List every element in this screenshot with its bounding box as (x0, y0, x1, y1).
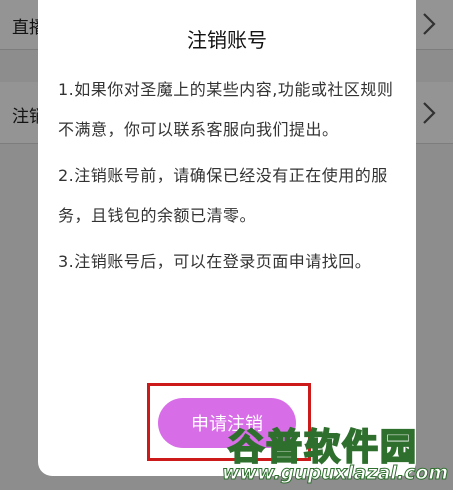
notice-paragraph-3: 3.注销账号后，可以在登录页面申请找回。 (58, 252, 372, 271)
dialog-body: 1.如果你对圣魔上的某些内容,功能或社区规则不满意，你可以联系客服向我们提出。 … (58, 70, 398, 288)
dialog-title: 注销账号 (187, 28, 267, 52)
notice-paragraph-1: 1.如果你对圣魔上的某些内容,功能或社区规则不满意，你可以联系客服向我们提出。 (58, 80, 394, 139)
watermark-logo: 谷普软件园 www.gupuxlazal.com (221, 418, 450, 488)
notice-paragraph-2: 2.注销账号前，请确保已经没有正在使用的服务，且钱包的余额已清零。 (58, 166, 388, 225)
watermark-url: www.gupuxlazal.com (221, 462, 449, 485)
